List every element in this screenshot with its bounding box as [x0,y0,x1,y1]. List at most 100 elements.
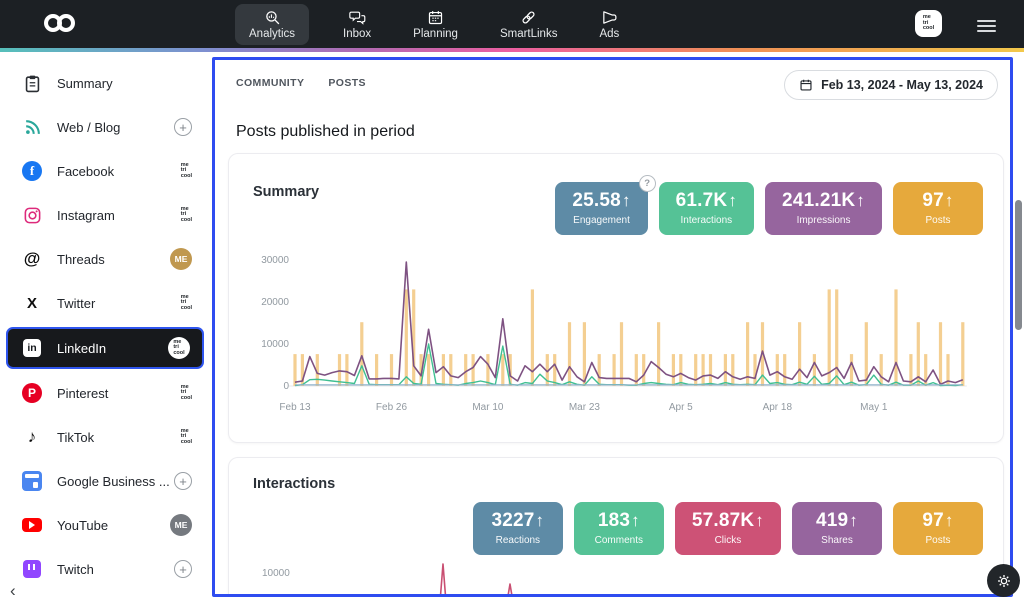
summary-card-title: Summary [253,184,319,200]
sidebar-item-label: Instagram [57,208,115,223]
trend-up-icon: ↑ [728,191,737,210]
tab-community[interactable]: COMMUNITY [236,77,304,89]
instagram-icon [20,206,44,225]
trend-up-icon: ↑ [536,511,545,530]
vertical-scrollbar-thumb[interactable] [1015,200,1022,330]
calendar-icon [799,78,813,92]
add-account-button[interactable]: + [174,118,192,136]
sidebar-item-threads[interactable]: @ Threads ME [0,237,210,281]
svg-text:30000: 30000 [261,255,289,266]
help-icon[interactable]: ? [639,175,656,192]
svg-text:Mar 10: Mar 10 [472,402,504,413]
tiktok-icon: ♪ [28,427,37,447]
sidebar-item-instagram[interactable]: Instagram me tri cool [0,193,210,237]
sidebar-item-twitter[interactable]: X Twitter me tri cool [0,281,210,325]
sidebar-item-pinterest[interactable]: P Pinterest me tri cool [0,371,210,415]
metric-label: Posts [910,215,966,226]
add-account-button[interactable]: + [174,472,192,490]
metric-card-impressions: 241.21K↑ Impressions [765,182,882,235]
gear-icon [996,573,1012,589]
add-account-button[interactable]: + [174,560,192,578]
nav-label: Inbox [343,28,371,40]
metric-card-posts: 97↑ Posts [893,502,983,555]
sidebar-item-facebook[interactable]: f Facebook me tri cool [0,149,210,193]
date-range-picker[interactable]: Feb 13, 2024 - May 13, 2024 [784,70,998,100]
facebook-icon: f [22,161,42,181]
metric-value: 61.7K↑ [676,190,737,212]
page-title: Posts published in period [236,123,415,141]
metricool-brand-badge[interactable]: me tri cool [915,10,942,37]
metric-label: Shares [809,535,865,546]
tab-posts[interactable]: POSTS [328,77,366,89]
google-business-icon [22,471,42,491]
sidebar-item-tiktok[interactable]: ♪ TikTok me tri cool [0,415,210,459]
tab-bar: COMMUNITY POSTS [236,77,366,89]
sidebar-item-twitch[interactable]: Twitch + [0,547,210,591]
summary-card: Summary ? 25.58↑ Engagement 61.7K↑ Inter… [228,153,1004,443]
svg-text:Apr 5: Apr 5 [669,402,693,413]
linkedin-icon: in [23,339,41,357]
rss-icon [20,118,44,137]
metric-card-clicks: 57.87K↑ Clicks [675,502,781,555]
nav-label: Planning [413,28,458,40]
trend-up-icon: ↑ [945,511,954,530]
metric-card-interactions: 61.7K↑ Interactions [659,182,754,235]
nav-analytics[interactable]: Analytics [235,4,309,45]
sidebar-item-linkedin[interactable]: in LinkedIn me tri cool [6,327,204,369]
sidebar-item-summary[interactable]: Summary [0,61,210,105]
svg-text:0: 0 [283,381,289,392]
brand-badge-text: me tri cool [923,15,934,32]
svg-text:Feb 13: Feb 13 [279,402,311,413]
metric-value: 97↑ [910,510,966,532]
sidebar-item-google-business[interactable]: Google Business ... + [0,459,210,503]
metric-value: 183↑ [591,510,647,532]
metric-label: Posts [910,535,966,546]
sidebar-item-label: YouTube [57,518,108,533]
metricool-account-badge: me tri cool [181,295,192,312]
sidebar-item-youtube[interactable]: YouTube ME [0,503,210,547]
metricool-account-badge: me tri cool [168,337,190,359]
sidebar-item-label: Google Business ... [57,474,170,489]
sidebar-item-label: Facebook [57,164,114,179]
sidebar-item-web-blog[interactable]: Web / Blog + [0,105,210,149]
accounts-sidebar: Summary Web / Blog + f Facebook me tri c… [0,52,210,603]
menu-icon[interactable] [977,17,996,35]
svg-text:May 1: May 1 [860,402,888,413]
sidebar-item-label: Threads [57,252,105,267]
metricool-logo[interactable] [44,14,75,32]
sidebar-item-label: Summary [57,76,113,91]
sidebar-item-label: Twitter [57,296,95,311]
nav-inbox[interactable]: Inbox [335,4,379,45]
sidebar-item-label: TikTok [57,430,94,445]
trend-up-icon: ↑ [631,511,640,530]
metric-label: Clicks [692,535,764,546]
metric-card-reactions: 3227↑ Reactions [473,502,563,555]
metric-label: Engagement [572,215,630,226]
nav-planning[interactable]: Planning [405,4,466,45]
twitch-icon [23,560,41,578]
nav-ads[interactable]: Ads [591,4,627,45]
metricool-account-badge: me tri cool [181,163,192,180]
nav-smartlinks[interactable]: SmartLinks [492,4,566,45]
interactions-card: Interactions 3227↑ Reactions 183↑ Commen… [228,457,1004,597]
trend-up-icon: ↑ [622,191,631,210]
metric-value: 57.87K↑ [692,510,764,532]
inbox-icon [349,9,366,26]
top-bar: Analytics Inbox Planning SmartLinks Ads … [0,0,1024,48]
trend-up-icon: ↑ [849,511,858,530]
trend-up-icon: ↑ [945,191,954,210]
settings-fab[interactable] [987,564,1020,597]
pinterest-icon: P [22,383,42,403]
metric-value: 97↑ [910,190,966,212]
metric-value: 25.58↑ [572,190,630,212]
nav-label: Analytics [249,28,295,40]
collapse-sidebar-button[interactable]: ‹ [10,581,16,601]
sidebar-item-label: LinkedIn [57,341,106,356]
interactions-metrics-row: 3227↑ Reactions 183↑ Comments 57.87K↑ Cl… [473,502,983,555]
nav-label: SmartLinks [500,28,558,40]
metric-value: 241.21K↑ [782,190,865,212]
metric-value: 3227↑ [490,510,546,532]
interactions-chart [249,558,979,597]
analytics-icon [264,9,281,26]
twitter-x-icon: X [27,295,37,312]
